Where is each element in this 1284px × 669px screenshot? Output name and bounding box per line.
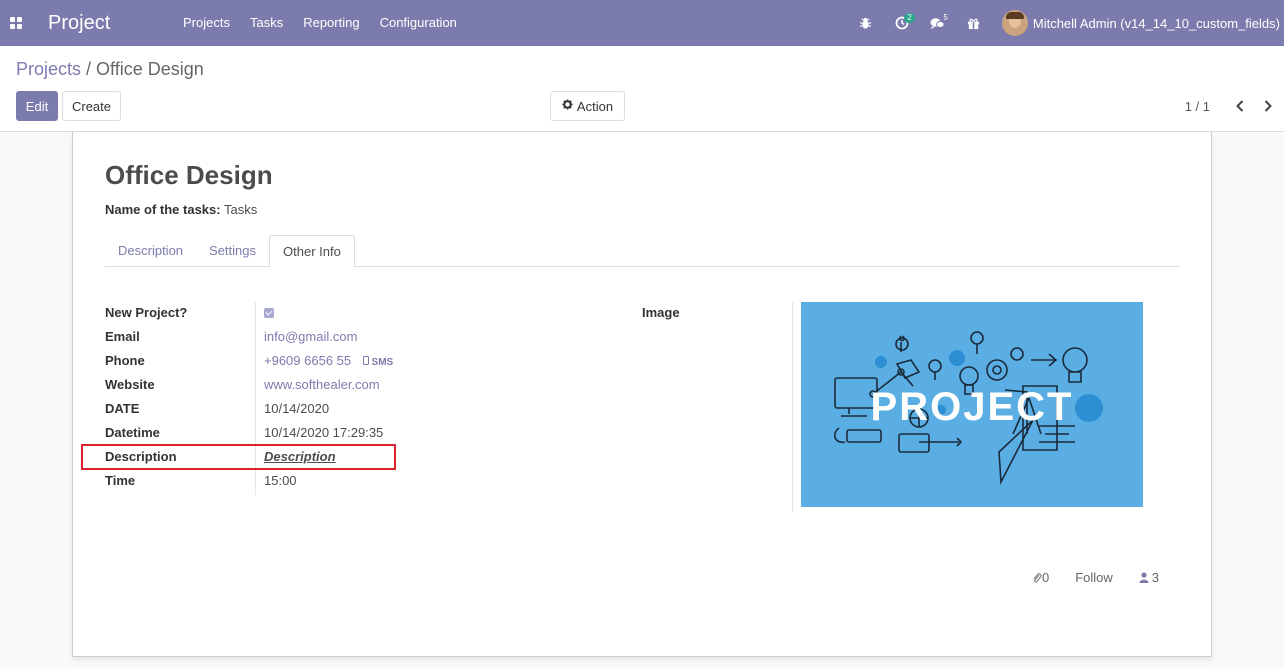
form-sheet: Office Design Name of the tasks: Tasks D… [72,132,1212,657]
message-count-badge: 5 [943,13,948,22]
create-button[interactable]: Create [62,91,121,121]
field-time: Time 15:00 [105,470,625,494]
action-button-label: Action [576,98,614,114]
field-label: Datetime [105,425,160,440]
field-phone: Phone +9609 6656 55 SMS [105,350,625,374]
control-panel: Projects / Office Design Edit Create Actio… [0,46,1284,132]
time-value: 15:00 [264,473,297,488]
breadcrumb-projects-link[interactable]: Projects [16,59,81,79]
tasks-name-label: Name of the tasks: [105,202,221,217]
menu-projects[interactable]: Projects [173,0,240,46]
followers-counter[interactable]: 3 [1139,570,1159,585]
activity-count-badge: 2 [904,13,915,23]
field-label-image: Image [642,305,680,320]
pager-previous-icon[interactable] [1230,96,1250,116]
field-label: Time [105,473,136,488]
datetime-value: 10/14/2020 17:29:35 [264,425,384,440]
field-label: Website [105,377,155,392]
tab-other-info[interactable]: Other Info [269,235,355,268]
edit-button[interactable]: Edit [16,91,58,121]
tasks-name-value: Tasks [223,202,258,217]
gear-icon [562,99,573,113]
followers-count: 3 [1151,570,1159,585]
phone-link[interactable]: +9609 6656 55 [264,353,351,368]
field-date: DATE 10/14/2020 [105,398,625,422]
project-image-text: PROJECT [871,385,1074,429]
field-label: New Project? [105,305,188,320]
messages-chat-icon[interactable]: 5 [920,0,956,46]
description-highlight-box [81,444,396,470]
user-avatar [1001,10,1028,36]
field-label: Email [105,329,140,344]
date-value: 10/14/2020 [264,401,330,416]
phone-value-group: +9609 6656 55 SMS [264,353,393,368]
chatter-topbar: 0 Follow 3 [1006,570,1159,585]
mobile-phone-icon [362,356,369,365]
menu-configuration[interactable]: Configuration [370,0,467,46]
breadcrumb-current: Office Design [96,59,204,79]
follow-button[interactable]: Follow [1075,570,1113,585]
app-title[interactable]: Project [48,12,158,35]
new-project-checkbox[interactable] [264,305,274,320]
apps-menu-icon[interactable] [0,0,32,46]
menu-reporting[interactable]: Reporting [293,0,369,46]
tasks-name-line: Name of the tasks: Tasks [105,202,257,217]
field-label: DATE [105,401,140,416]
field-website: Website www.softhealer.com [105,374,625,398]
navbar-systray: 2 5 Mitchell Admin (v14_14_10_custom_fie… [848,0,1284,46]
field-email: Email info@gmail.com [105,326,625,350]
sms-button[interactable]: SMS [362,356,394,368]
tab-description[interactable]: Description [105,235,196,266]
project-image[interactable]: PROJECT [801,302,1143,507]
pager-next-icon[interactable] [1258,96,1278,116]
debug-bug-icon[interactable] [848,0,884,46]
user-menu[interactable]: Mitchell Admin (v14_14_10_custom_fields) [1001,10,1284,36]
field-datetime: Datetime 10/14/2020 17:29:35 [105,422,625,446]
field-label: Phone [105,353,145,368]
user-icon [1139,572,1149,583]
website-link[interactable]: www.softhealer.com [264,377,380,392]
breadcrumb-separator: / [86,59,92,79]
breadcrumb: Projects / Office Design [16,59,204,80]
tab-settings[interactable]: Settings [196,235,269,266]
pager-value[interactable]: 1 / 1 [1185,99,1210,114]
email-link[interactable]: info@gmail.com [264,329,357,344]
action-button[interactable]: Action [550,91,625,121]
user-name: Mitchell Admin (v14_14_10_custom_fields) [1032,15,1280,31]
menu-tasks[interactable]: Tasks [240,0,293,46]
attachment-count: 0 [1041,570,1050,585]
sms-label: SMS [371,357,394,368]
top-navbar: Project Projects Tasks Reporting Configu… [0,0,1284,46]
attachment-counter[interactable]: 0 [1032,570,1049,585]
paperclip-icon [1033,572,1042,583]
gift-icon[interactable] [956,0,992,46]
activity-clock-icon[interactable]: 2 [884,0,920,46]
record-title: Office Design [105,160,273,190]
image-divider [792,302,793,512]
field-new-project: New Project? [105,302,625,326]
main-menu: Projects Tasks Reporting Configuration [173,0,467,46]
notebook-tabs: Description Settings Other Info [105,235,1180,268]
